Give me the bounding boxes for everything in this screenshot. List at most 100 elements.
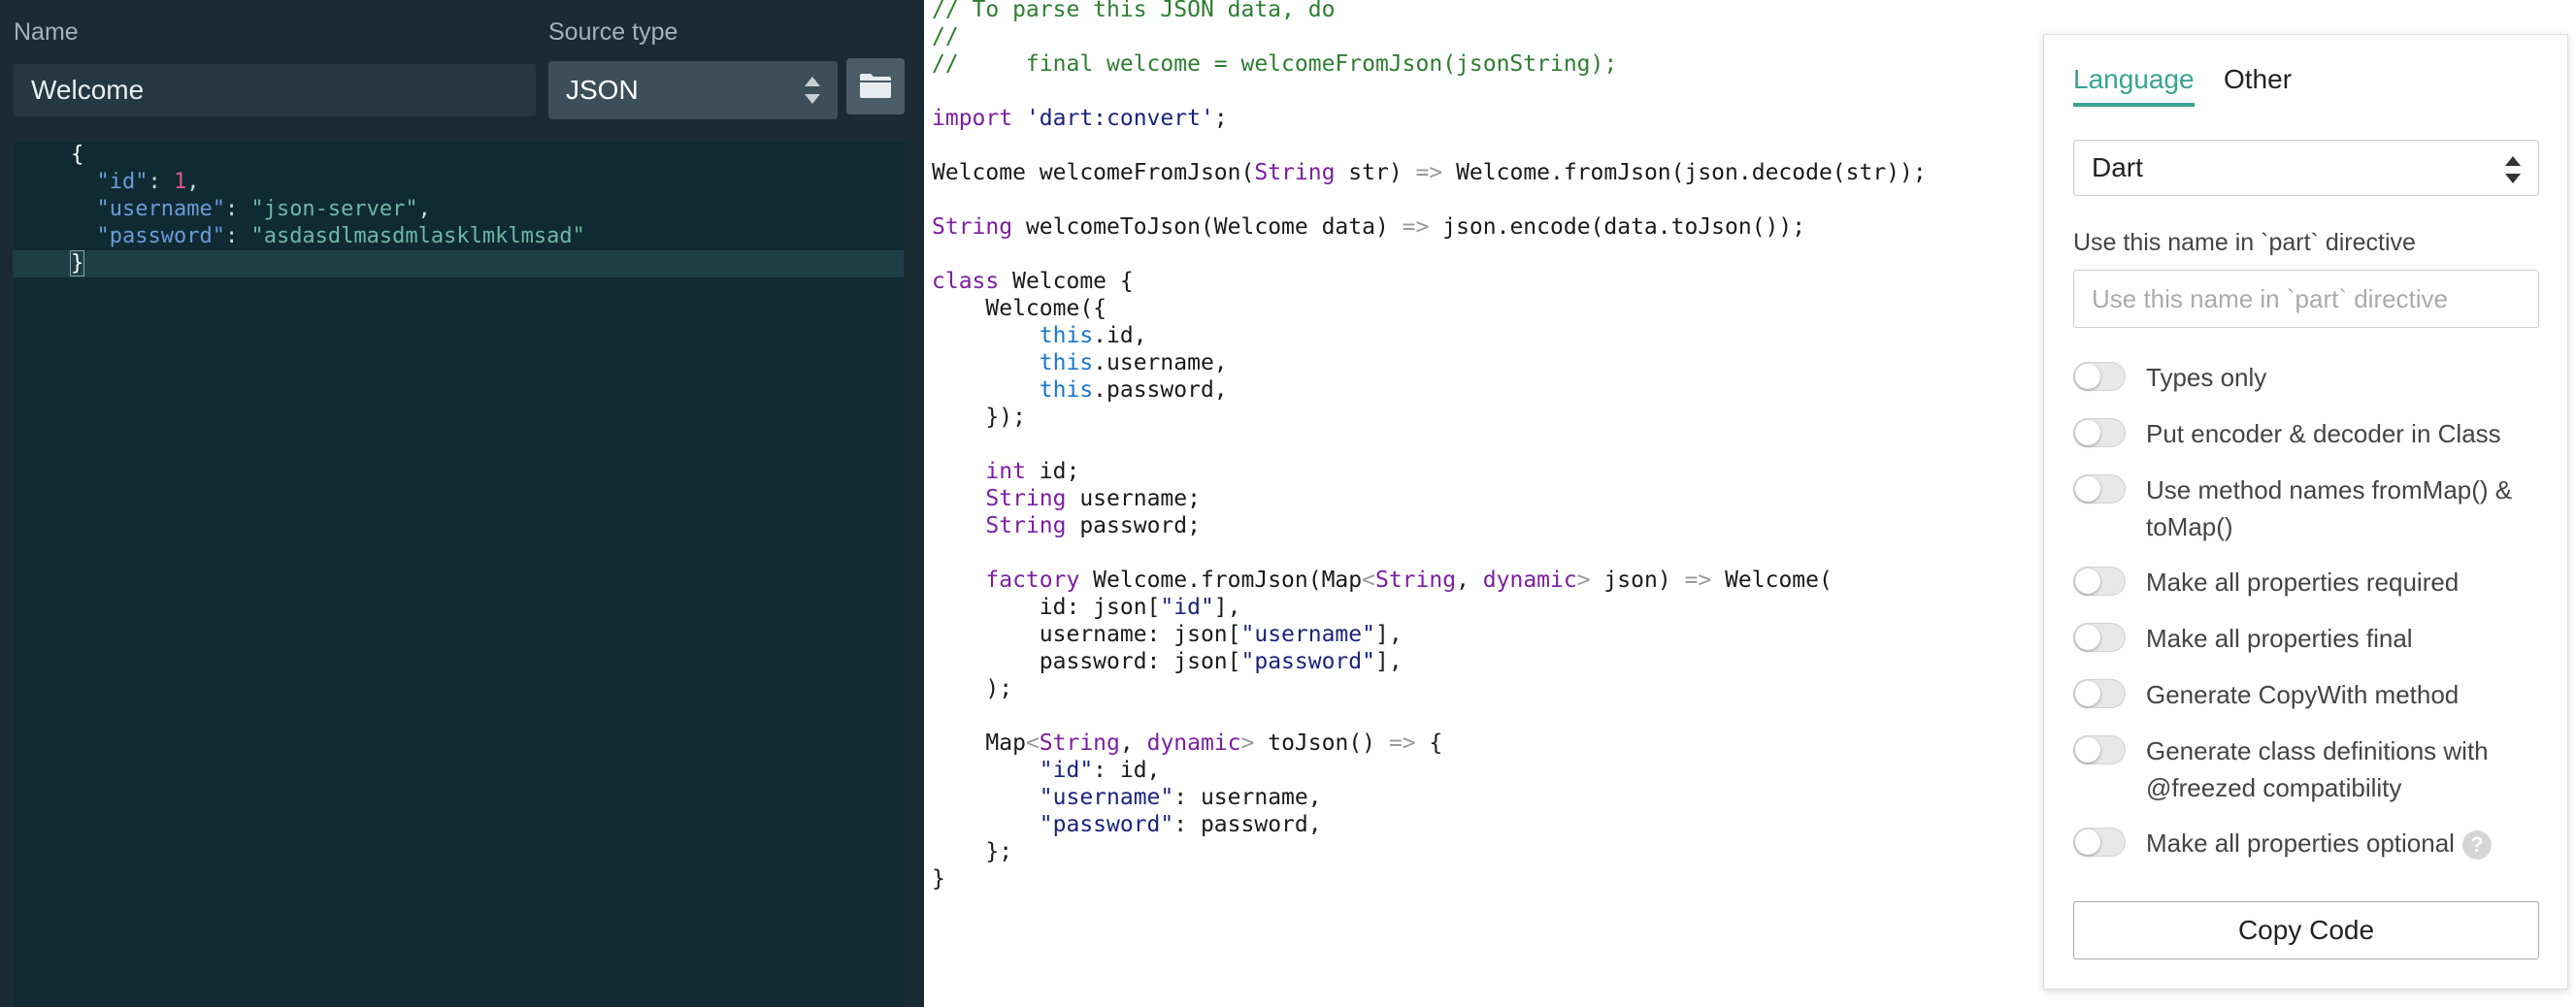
json-token: { — [71, 143, 84, 167]
code-token: String — [1039, 731, 1120, 756]
code-line: Welcome welcomeFromJson(String str) => W… — [932, 159, 1927, 186]
option-label-text: Generate CopyWith method — [2146, 680, 2460, 709]
help-icon[interactable]: ? — [2461, 830, 2492, 861]
language-select[interactable]: Dart — [2073, 140, 2539, 196]
code-token: ], — [1374, 622, 1403, 647]
code-token: ], — [1374, 649, 1403, 674]
code-token: String — [1254, 160, 1336, 185]
code-token: }; — [932, 839, 1013, 864]
code-token: : password, — [1173, 812, 1322, 837]
json-editor-line: } — [13, 250, 904, 277]
code-line: }; — [932, 838, 1012, 865]
code-token: 'dart:convert' — [1025, 106, 1214, 131]
open-file-button[interactable] — [846, 58, 905, 114]
option-toggle[interactable] — [2073, 735, 2126, 764]
part-directive-label: Use this name in `part` directive — [2073, 229, 2416, 256]
json-editor-line: "username": "json-server", — [13, 196, 431, 223]
option-label: Make all properties required — [2146, 564, 2544, 601]
json-editor[interactable]: { "id": 1, "username": "json-server", "p… — [13, 142, 904, 1007]
code-token: Welcome { — [999, 269, 1134, 294]
code-token: Map — [932, 731, 1026, 756]
select-arrows-icon — [805, 77, 820, 104]
option-label: Make all properties optional? — [2146, 825, 2544, 861]
tab-other[interactable]: Other — [2224, 64, 2292, 95]
json-token: : — [148, 170, 174, 194]
json-token: 1 — [173, 170, 187, 194]
code-line: } — [932, 865, 945, 893]
code-token: username; — [1066, 486, 1201, 511]
code-token: > — [1576, 568, 1591, 593]
part-directive-input[interactable] — [2073, 270, 2539, 328]
option-toggle[interactable] — [2073, 679, 2126, 708]
language-select-value: Dart — [2092, 152, 2143, 182]
code-token: < — [1362, 568, 1375, 593]
tab-language[interactable]: Language — [2073, 64, 2195, 107]
code-token: id: json[ — [932, 595, 1161, 620]
option-label: Put encoder & decoder in Class — [2146, 415, 2544, 452]
option-label-text: Generate class definitions with @freezed… — [2146, 736, 2489, 802]
option-toggle[interactable] — [2073, 474, 2126, 504]
code-token: int — [985, 459, 1026, 484]
code-token: this — [1039, 377, 1094, 403]
code-token: .password, — [1093, 377, 1228, 403]
json-token: "username" — [71, 197, 225, 221]
json-token: } — [69, 250, 85, 276]
code-token: ], — [1213, 595, 1241, 620]
name-input[interactable]: Welcome — [14, 64, 536, 116]
code-line: id: json["id"], — [932, 594, 1241, 621]
code-token: String — [985, 486, 1067, 511]
code-token: String — [932, 214, 1013, 240]
code-token: Welcome( — [1711, 568, 1833, 593]
code-token: : username, — [1173, 785, 1322, 810]
option-toggle[interactable] — [2073, 623, 2126, 652]
code-token: id; — [1025, 459, 1080, 484]
code-line: "password": password, — [932, 811, 1322, 838]
option-toggle[interactable] — [2073, 418, 2126, 447]
code-line: factory Welcome.fromJson(Map<String, dyn… — [932, 567, 1833, 594]
code-token: password: json[ — [932, 649, 1241, 674]
json-token: "json-server" — [250, 197, 418, 221]
code-line: class Welcome { — [932, 268, 1134, 295]
json-token: "password" — [71, 224, 225, 248]
code-token: dynamic — [1146, 731, 1241, 756]
code-token: this — [1039, 323, 1094, 348]
code-token: Welcome.fromJson(json.decode(str)); — [1442, 160, 1927, 185]
option-label-text: Use method names fromMap() & toMap() — [2146, 475, 2513, 541]
code-line: import 'dart:convert'; — [932, 105, 1228, 132]
code-line: this.id, — [932, 322, 1147, 349]
option-label: Use method names fromMap() & toMap() — [2146, 471, 2544, 545]
input-panel: Name Source type Welcome JSON { "id": 1,… — [0, 0, 924, 1007]
option-toggle[interactable] — [2073, 362, 2126, 391]
code-line: String password; — [932, 512, 1201, 539]
json-editor-line: { — [13, 142, 83, 169]
json-token: , — [417, 197, 431, 221]
code-line: // final welcome = welcomeFromJson(jsonS… — [932, 50, 1617, 78]
code-line: int id; — [932, 458, 1079, 485]
code-token: import — [932, 106, 1026, 131]
code-line: this.username, — [932, 349, 1228, 376]
copy-code-button[interactable]: Copy Code — [2073, 901, 2539, 959]
code-token: factory — [985, 568, 1080, 593]
code-token: password; — [1066, 513, 1201, 538]
code-token: this — [1039, 350, 1094, 375]
code-line: ); — [932, 675, 1012, 702]
code-token: // To parse this JSON data, do — [932, 0, 1336, 22]
code-line: password: json["password"], — [932, 648, 1403, 675]
json-editor-line: "id": 1, — [13, 169, 199, 196]
code-line: "username": username, — [932, 784, 1322, 811]
source-type-select[interactable]: JSON — [548, 61, 838, 119]
code-token: } — [932, 866, 945, 892]
json-editor-line: "password": "asdasdlmasdmlasklmklmsad" — [13, 223, 584, 250]
option-toggle[interactable] — [2073, 567, 2126, 596]
option-toggle[interactable] — [2073, 828, 2126, 857]
code-token: "id" — [1039, 758, 1094, 783]
source-type-value: JSON — [566, 75, 639, 105]
options-panel: Language Other Dart Use this name in `pa… — [2043, 34, 2568, 990]
code-token: => — [1684, 568, 1712, 593]
